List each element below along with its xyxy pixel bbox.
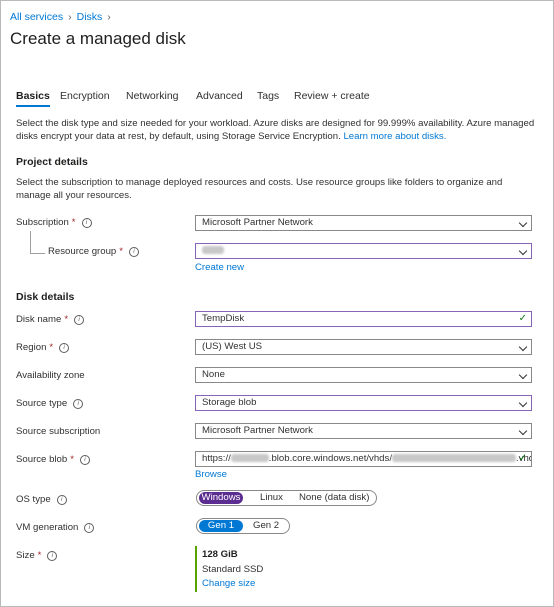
change-size-link[interactable]: Change size xyxy=(202,578,255,589)
tab-networking[interactable]: Networking xyxy=(126,90,179,102)
project-details-description: Select the subscription to manage deploy… xyxy=(16,177,536,202)
project-desc-line-2: manage all your resources. xyxy=(16,189,132,201)
disk-name-value: TempDisk xyxy=(202,313,245,324)
info-icon[interactable]: i xyxy=(74,315,85,325)
source-type-label: Source type i xyxy=(16,398,84,409)
breadcrumb-all-services[interactable]: All services xyxy=(10,11,63,23)
tab-basics[interactable]: Basics xyxy=(16,90,50,107)
breadcrumb-disks[interactable]: Disks xyxy=(77,11,103,23)
redacted-value xyxy=(202,246,224,254)
required-marker: * xyxy=(64,314,69,325)
size-value: 128 GiB xyxy=(202,549,238,560)
tab-encryption[interactable]: Encryption xyxy=(60,90,110,102)
size-label-text: Size xyxy=(16,550,35,561)
region-label: Region * i xyxy=(16,342,70,353)
checkmark-icon: ✓ xyxy=(518,313,527,324)
source-type-label-text: Source type xyxy=(16,398,68,409)
resource-group-dropdown[interactable] xyxy=(195,243,532,259)
info-icon[interactable]: i xyxy=(59,343,70,353)
redacted-value xyxy=(230,454,269,462)
disk-name-input[interactable]: TempDisk ✓ xyxy=(195,311,532,327)
chevron-down-icon xyxy=(518,426,528,436)
source-blob-prefix: https:// xyxy=(202,453,231,464)
info-icon[interactable]: i xyxy=(81,218,92,228)
resource-group-label-text: Resource group xyxy=(48,246,117,257)
disk-name-label-text: Disk name xyxy=(16,314,62,325)
disk-name-label: Disk name * i xyxy=(16,314,85,325)
tree-connector xyxy=(30,231,45,254)
checkmark-icon: ✓ xyxy=(518,453,527,464)
source-subscription-label: Source subscription xyxy=(16,426,101,437)
info-icon[interactable]: i xyxy=(129,247,139,257)
size-tier: Standard SSD xyxy=(202,564,264,575)
tab-advanced[interactable]: Advanced xyxy=(196,90,243,102)
size-indicator-bar xyxy=(195,546,197,592)
subscription-label-text: Subscription xyxy=(16,217,69,228)
availability-zone-dropdown[interactable]: None xyxy=(195,367,532,383)
intro-text: Select the disk type and size needed for… xyxy=(16,118,536,143)
source-type-value: Storage blob xyxy=(202,397,257,408)
redacted-value xyxy=(391,454,516,462)
source-subscription-value: Microsoft Partner Network xyxy=(202,425,313,436)
os-type-label: OS type i xyxy=(16,494,67,505)
source-blob-label: Source blob * i xyxy=(16,454,90,465)
vm-generation-label: VM generation i xyxy=(16,522,95,533)
source-blob-label-text: Source blob xyxy=(16,454,68,465)
os-type-option-windows[interactable]: Windows xyxy=(199,492,243,504)
os-type-label-text: OS type xyxy=(16,494,51,505)
vm-generation-label-text: VM generation xyxy=(16,522,79,533)
breadcrumb-chevron-icon: › xyxy=(68,11,72,23)
disk-details-heading: Disk details xyxy=(16,291,75,303)
blade: All services › Disks › Create a managed dis… xyxy=(0,0,554,607)
required-marker: * xyxy=(49,342,54,353)
tab-review-create[interactable]: Review + create xyxy=(294,90,370,102)
source-blob-middle: .blob.core.windows.net/vhds/ xyxy=(268,453,392,464)
region-label-text: Region xyxy=(16,342,47,353)
region-value: (US) West US xyxy=(202,341,263,352)
create-new-link[interactable]: Create new xyxy=(195,262,244,273)
vm-generation-option-gen1[interactable]: Gen 1 xyxy=(199,520,243,532)
vm-generation-toggle: Gen 1 Gen 2 xyxy=(196,518,290,534)
vm-generation-option-gen2[interactable]: Gen 2 xyxy=(253,520,279,532)
intro-line-1: Select the disk type and size needed for… xyxy=(16,118,535,129)
required-marker: * xyxy=(37,550,42,561)
os-type-option-none[interactable]: None (data disk) xyxy=(299,492,369,504)
breadcrumb: All services › Disks › xyxy=(10,11,116,23)
intro-line-2-text: disks encrypt your data at rest, by defa… xyxy=(16,130,341,142)
project-details-heading: Project details xyxy=(16,156,88,168)
page-title: Create a managed disk xyxy=(10,29,186,48)
subscription-label: Subscription * i xyxy=(16,217,92,228)
subscription-value: Microsoft Partner Network xyxy=(202,217,313,228)
info-icon[interactable]: i xyxy=(79,455,90,465)
info-icon[interactable]: i xyxy=(47,551,58,561)
region-dropdown[interactable]: (US) West US xyxy=(195,339,532,355)
chevron-down-icon xyxy=(518,342,528,352)
info-icon[interactable]: i xyxy=(56,495,67,505)
learn-more-link[interactable]: Learn more about disks. xyxy=(343,131,446,142)
size-label: Size * i xyxy=(16,550,58,561)
required-marker: * xyxy=(70,454,74,465)
intro-line-2: disks encrypt your data at rest, by defa… xyxy=(16,131,536,144)
chevron-down-icon xyxy=(518,246,528,256)
source-blob-input[interactable]: https://.blob.core.windows.net/vhds/.vhd… xyxy=(195,451,532,467)
source-subscription-dropdown[interactable]: Microsoft Partner Network xyxy=(195,423,532,439)
availability-zone-label: Availability zone xyxy=(16,370,85,381)
info-icon[interactable]: i xyxy=(84,523,95,533)
tab-tags[interactable]: Tags xyxy=(257,90,279,102)
required-marker: * xyxy=(119,246,123,257)
subscription-dropdown[interactable]: Microsoft Partner Network xyxy=(195,215,532,231)
info-icon[interactable]: i xyxy=(73,399,84,409)
resource-group-label: Resource group * i xyxy=(48,246,139,257)
os-type-toggle: Windows Linux None (data disk) xyxy=(196,490,377,506)
source-type-dropdown[interactable]: Storage blob xyxy=(195,395,532,411)
chevron-down-icon xyxy=(518,398,528,408)
chevron-down-icon xyxy=(518,370,528,380)
breadcrumb-chevron-icon: › xyxy=(107,11,111,23)
project-desc-line-1: Select the subscription to manage deploy… xyxy=(16,177,503,188)
chevron-down-icon xyxy=(518,218,528,228)
browse-link[interactable]: Browse xyxy=(195,469,227,480)
os-type-option-linux[interactable]: Linux xyxy=(260,492,283,504)
availability-zone-value: None xyxy=(202,369,225,380)
required-marker: * xyxy=(71,217,76,228)
